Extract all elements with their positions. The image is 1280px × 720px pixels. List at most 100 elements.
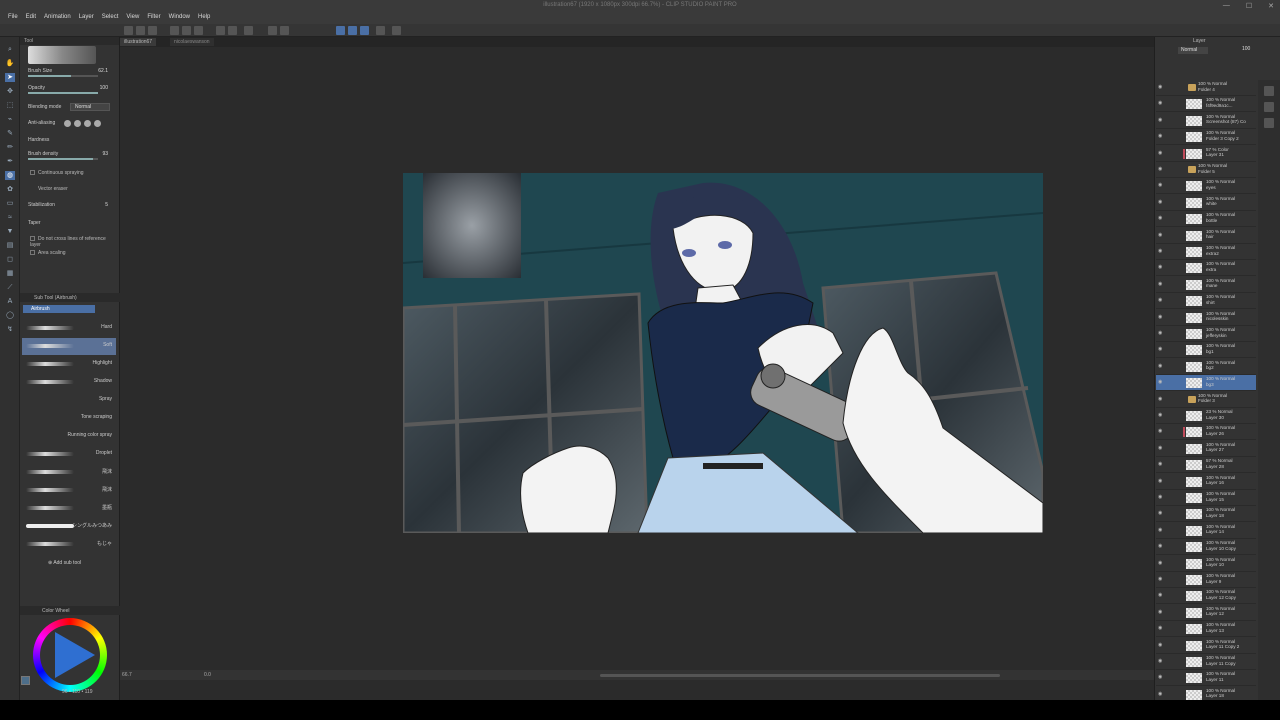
visibility-eye-icon[interactable]: ◉ (1158, 413, 1164, 418)
visibility-eye-icon[interactable]: ◉ (1158, 495, 1164, 500)
visibility-eye-icon[interactable]: ◉ (1158, 560, 1164, 566)
menu-select[interactable]: Select (98, 12, 123, 24)
subtool-running-color-spray[interactable]: Running color spray (22, 428, 116, 445)
layer-row[interactable]: ◉ 100 % Normal bg3 (1156, 375, 1256, 392)
visibility-eye-icon[interactable]: ◉ (1158, 117, 1164, 123)
layer-row[interactable]: ◉ 100 % Normal Layer 9 (1156, 572, 1256, 588)
subtool-tone-scraping[interactable]: Tone scraping (22, 410, 116, 427)
menu-animation[interactable]: Animation (40, 12, 75, 24)
opacity-slider[interactable] (28, 92, 98, 94)
brush-tool-icon[interactable]: ✒ (5, 157, 15, 166)
color-triangle[interactable] (55, 632, 95, 678)
companion-icon[interactable] (392, 26, 401, 35)
menu-view[interactable]: View (122, 12, 143, 24)
material-icon[interactable] (1264, 102, 1274, 112)
layer-row[interactable]: ◉ 100 % Normal Layer 27 (1156, 441, 1256, 457)
visibility-eye-icon[interactable]: ◉ (1158, 445, 1164, 451)
visibility-eye-icon[interactable]: ◉ (1158, 85, 1164, 90)
open-icon[interactable] (148, 26, 157, 35)
layer-row[interactable]: ◉ 100 % Normal Layer 16 (1156, 474, 1256, 490)
visibility-eye-icon[interactable]: ◉ (1158, 331, 1164, 336)
visibility-eye-icon[interactable]: ◉ (1158, 478, 1164, 484)
layer-row[interactable]: ◉ 100 % Normal Screenshot (87) Co (1156, 113, 1256, 129)
current-color-swatch[interactable] (21, 676, 30, 685)
close-icon[interactable]: ✕ (1268, 2, 1274, 10)
visibility-eye-icon[interactable]: ◉ (1158, 363, 1164, 369)
layer-row[interactable]: ◉ 100 % Normal Layer 15 (1156, 490, 1256, 506)
save-icon[interactable] (170, 26, 179, 35)
blending-mode-row[interactable]: Blending mode Normal (28, 103, 114, 114)
layer-row[interactable]: ◉ 100 % Normal extra2 (1156, 244, 1256, 260)
subtool-shadow[interactable]: Shadow (22, 374, 116, 391)
visibility-eye-icon[interactable]: ◉ (1158, 659, 1164, 664)
layer-row[interactable]: ◉ 100 % Normal eyes (1156, 178, 1256, 195)
area-scaling-checkbox[interactable]: Area scaling (30, 250, 114, 258)
balloon-tool-icon[interactable]: ◯ (5, 311, 15, 320)
tab-illustration67[interactable]: illustration67 (120, 38, 157, 46)
artwork-canvas[interactable] (403, 173, 1043, 533)
layer-row[interactable]: ◉ 100 % Normal shirt (1156, 293, 1256, 310)
menu-filter[interactable]: Filter (143, 12, 164, 24)
menu-layer[interactable]: Layer (75, 12, 98, 24)
subtool-single-braid[interactable]: シングルみつあみ (22, 518, 116, 535)
navigator-icon[interactable] (1264, 86, 1274, 96)
figure-tool-icon[interactable]: ◻ (5, 255, 15, 264)
stabilization-row[interactable]: Stabilization 5 (28, 202, 114, 212)
visibility-eye-icon[interactable]: ◉ (1158, 167, 1164, 172)
visibility-eye-icon[interactable]: ◉ (1158, 626, 1164, 631)
text-tool-icon[interactable]: A (5, 297, 15, 306)
subtool-spray[interactable]: Spray (22, 392, 116, 409)
airbrush-tool-icon[interactable]: ◍ (5, 171, 15, 180)
visibility-eye-icon[interactable]: ◉ (1158, 314, 1164, 320)
visibility-eye-icon[interactable]: ◉ (1158, 691, 1164, 697)
layer-row[interactable]: ◉ 100 % Normal white (1156, 195, 1256, 211)
layer-row[interactable]: ◉ 100 % Normal bg2 (1156, 359, 1256, 375)
layer-row[interactable]: ◉ 57 % Color Layer 31 (1156, 146, 1256, 162)
visibility-eye-icon[interactable]: ◉ (1158, 134, 1164, 139)
hardness-row[interactable]: Hardness (28, 137, 114, 147)
snap-grid-icon[interactable] (360, 26, 369, 35)
subtool-splash-2[interactable]: 飛沫 (22, 482, 116, 499)
subtool-curly[interactable]: もじゃ (22, 536, 116, 553)
layer-row[interactable]: ◉ 100 % Normal mane (1156, 277, 1256, 293)
visibility-eye-icon[interactable]: ◉ (1158, 609, 1164, 615)
visibility-eye-icon[interactable]: ◉ (1158, 183, 1164, 188)
horizontal-scrollbar[interactable] (600, 674, 1000, 677)
layer-row[interactable]: ◉ 100 % Normal Layer 18 (1156, 506, 1256, 523)
hand-tool-icon[interactable]: ✋ (5, 59, 15, 68)
visibility-eye-icon[interactable]: ◉ (1158, 249, 1164, 254)
export-icon[interactable] (194, 26, 203, 35)
layer-row[interactable]: ◉ 100 % Normal Layer 26 (1156, 424, 1256, 441)
eraser-tool-icon[interactable]: ▭ (5, 199, 15, 208)
layer-folder-row[interactable]: ◉ 100 % Normal Folder 3 (1156, 392, 1256, 408)
layer-row[interactable]: ◉ 100 % Normal Layer 10 Copy (1156, 539, 1256, 556)
brush-size-value[interactable]: 62.1 (98, 68, 108, 74)
tab-nicolaeswanson[interactable]: nicolaeswanson (170, 38, 214, 46)
color-wheel[interactable] (33, 618, 107, 692)
layer-row[interactable]: ◉ 100 % Normal Layer 11 Copy (1156, 654, 1256, 670)
visibility-eye-icon[interactable]: ◉ (1158, 347, 1164, 352)
visibility-eye-icon[interactable]: ◉ (1158, 593, 1164, 598)
redo-icon[interactable] (228, 26, 237, 35)
visibility-eye-icon[interactable]: ◉ (1158, 199, 1164, 205)
stabilization-value[interactable]: 5 (105, 202, 108, 208)
layer-row[interactable]: ◉ 100 % Normal Layer 13 (1156, 621, 1256, 638)
new-icon[interactable] (136, 26, 145, 35)
maximize-icon[interactable]: ☐ (1246, 2, 1252, 10)
layer-row[interactable]: ◉ 57 % Normal Layer 28 (1156, 457, 1256, 474)
fill-icon[interactable] (268, 26, 277, 35)
layer-blend-select[interactable]: Normal (1178, 47, 1208, 54)
brush-density-row[interactable]: Brush density 93 (28, 151, 114, 161)
vector-eraser-row[interactable]: Vector eraser (38, 186, 122, 194)
print-icon[interactable] (182, 26, 191, 35)
decoration-tool-icon[interactable]: ✿ (5, 185, 15, 194)
layer-row[interactable]: ◉ 100 % Normal extra (1156, 260, 1256, 277)
pen-tool-icon[interactable]: ✎ (5, 129, 15, 138)
menu-edit[interactable]: Edit (22, 12, 40, 24)
layer-row[interactable]: ◉ 100 % Normal Layer 11 Copy 2 (1156, 638, 1256, 654)
visibility-eye-icon[interactable]: ◉ (1158, 544, 1164, 549)
correct-line-tool-icon[interactable]: ↯ (5, 325, 15, 334)
subtool-ink-bottle[interactable]: 墨瓶 (22, 500, 116, 517)
brush-density-value[interactable]: 93 (102, 151, 108, 157)
operation-tool-icon[interactable]: ➤ (5, 73, 15, 82)
